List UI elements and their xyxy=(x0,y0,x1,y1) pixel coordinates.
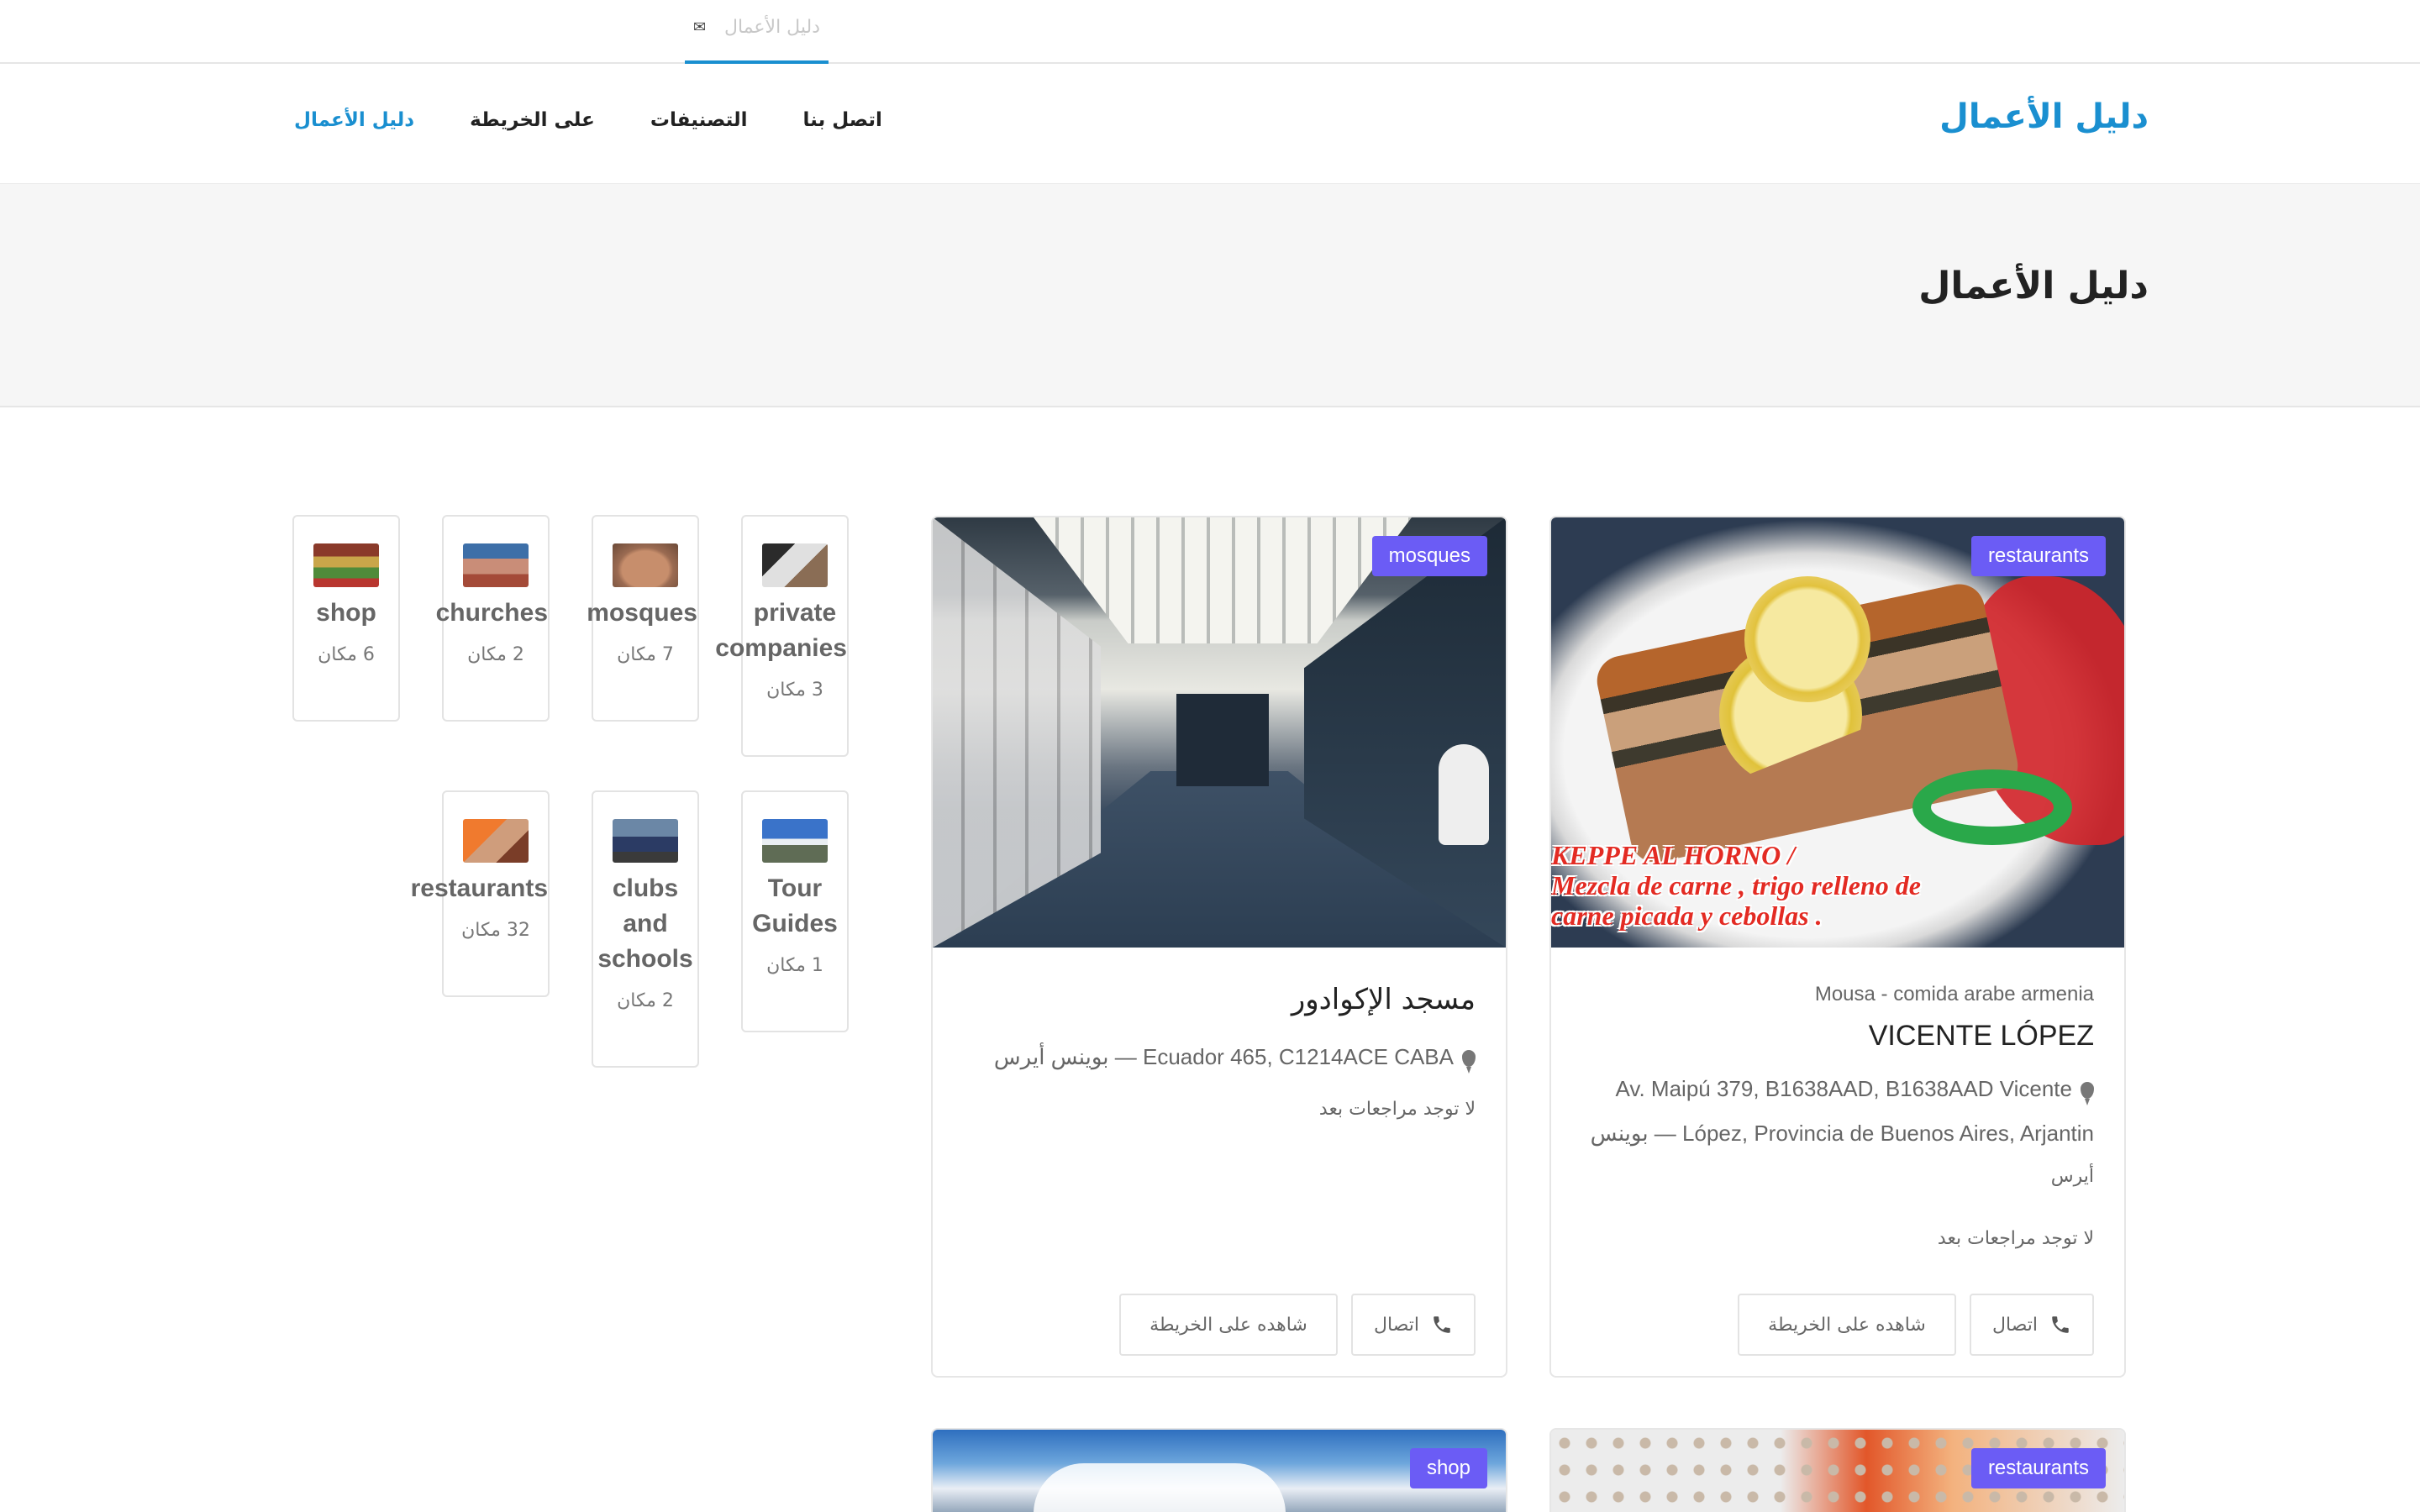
top-tab[interactable]: دليل الأعمال ✉ xyxy=(685,0,829,66)
nav-business-directory[interactable]: دليل الأعمال xyxy=(294,109,414,131)
category-count: 2 مكان xyxy=(467,644,524,665)
listing-address: Ecuador 465, C1214ACE CABA — بوينس أيرس xyxy=(994,1035,1476,1079)
site-header: دليل الأعمال دليل الأعمال على الخريطة ال… xyxy=(0,64,2420,183)
listing-card[interactable]: mosques مسجد الإكوادور Ecuador 465, C121… xyxy=(931,516,1507,1378)
call-button[interactable]: اتصال xyxy=(1351,1294,1476,1356)
category-count: 3 مكان xyxy=(766,680,823,701)
map-pin-icon xyxy=(2081,1081,2094,1105)
main-nav: دليل الأعمال على الخريطة التصنيفات اتصل … xyxy=(294,109,882,131)
listing-card[interactable]: shop xyxy=(931,1428,1507,1512)
top-tab-label: دليل الأعمال xyxy=(724,17,820,38)
reviews-status: لا توجد مراجعات بعد xyxy=(1318,1099,1476,1120)
reviews-status: لا توجد مراجعات بعد xyxy=(1937,1228,2094,1249)
call-button[interactable]: اتصال xyxy=(1970,1294,2094,1356)
listing-card[interactable]: KEPPE AL HORNO / Mezcla de carne , trigo… xyxy=(1549,516,2126,1378)
mosque-image xyxy=(613,543,678,587)
phone-icon xyxy=(1434,1316,1450,1333)
category-count: 7 مكان xyxy=(617,644,674,665)
top-strip: دليل الأعمال ✉ xyxy=(0,0,2420,66)
site-logo[interactable]: دليل الأعمال xyxy=(1939,97,2149,136)
shop-image xyxy=(313,543,379,587)
page-hero: دليل الأعمال xyxy=(0,183,2420,407)
category-name: mosques xyxy=(587,599,697,627)
listing-image[interactable]: shop xyxy=(933,1430,1506,1512)
listing-subtitle: Mousa - comida arabe armenia xyxy=(1814,983,2094,1005)
nav-on-map[interactable]: على الخريطة xyxy=(470,109,595,131)
listing-image[interactable]: restaurants xyxy=(1551,1430,2124,1512)
map-pin-icon xyxy=(1462,1049,1476,1074)
category-mosques[interactable]: mosques 7 مكان xyxy=(587,515,699,722)
category-clubs-and-schools[interactable]: clubs and schools 2 مكان xyxy=(592,790,699,1068)
listing-title[interactable]: VICENTE LÓPEZ xyxy=(1869,1020,2094,1053)
category-shop[interactable]: shop 6 مكان xyxy=(292,515,400,722)
school-image xyxy=(613,819,678,863)
category-count: 1 مكان xyxy=(766,955,823,976)
listing-address: Av. Maipú 379, B1638AAD, B1638AAD Vicent… xyxy=(1590,1076,2094,1187)
category-badge[interactable]: restaurants xyxy=(1970,1448,2106,1488)
view-on-map-button[interactable]: شاهده على الخريطة xyxy=(1738,1294,1956,1356)
category-name: clubs and schools xyxy=(597,874,693,973)
view-on-map-button[interactable]: شاهده على الخريطة xyxy=(1119,1294,1338,1356)
category-churches[interactable]: churches 2 مكان xyxy=(435,515,550,722)
category-count: 2 مكان xyxy=(617,990,674,1011)
category-name: shop xyxy=(316,599,376,627)
office-image xyxy=(762,543,828,587)
nav-categories[interactable]: التصنيفات xyxy=(650,109,748,131)
category-count: 32 مكان xyxy=(461,920,530,941)
category-badge[interactable]: mosques xyxy=(1371,536,1487,576)
listing-image[interactable]: mosques xyxy=(933,517,1506,948)
listing-title[interactable]: مسجد الإكوادور xyxy=(1292,983,1476,1016)
envelope-icon: ✉ xyxy=(693,18,707,36)
category-name: private companies xyxy=(715,599,847,662)
category-name: restaurants xyxy=(410,874,548,902)
category-badge[interactable]: shop xyxy=(1409,1448,1487,1488)
category-private-companies[interactable]: private companies 3 مكان xyxy=(715,515,849,757)
food-photo: KEPPE AL HORNO / Mezcla de carne , trigo… xyxy=(1551,517,2124,948)
mosque-photo xyxy=(933,517,1506,948)
category-badge[interactable]: restaurants xyxy=(1970,536,2106,576)
category-name: Tour Guides xyxy=(752,874,838,937)
listing-card[interactable]: restaurants xyxy=(1549,1428,2126,1512)
mountain-image xyxy=(762,819,828,863)
page-title: دليل الأعمال xyxy=(1918,265,2149,307)
category-count: 6 مكان xyxy=(318,644,375,665)
food-image xyxy=(463,819,529,863)
church-image xyxy=(463,543,529,587)
photo-caption: KEPPE AL HORNO / Mezcla de carne , trigo… xyxy=(1551,840,1921,931)
listing-image[interactable]: KEPPE AL HORNO / Mezcla de carne , trigo… xyxy=(1551,517,2124,948)
category-tour-guides[interactable]: Tour Guides 1 مكان xyxy=(741,790,849,1032)
nav-contact[interactable]: اتصل بنا xyxy=(803,109,882,131)
phone-icon xyxy=(2052,1316,2069,1333)
category-restaurants[interactable]: restaurants 32 مكان xyxy=(410,790,550,997)
category-name: churches xyxy=(435,599,548,627)
